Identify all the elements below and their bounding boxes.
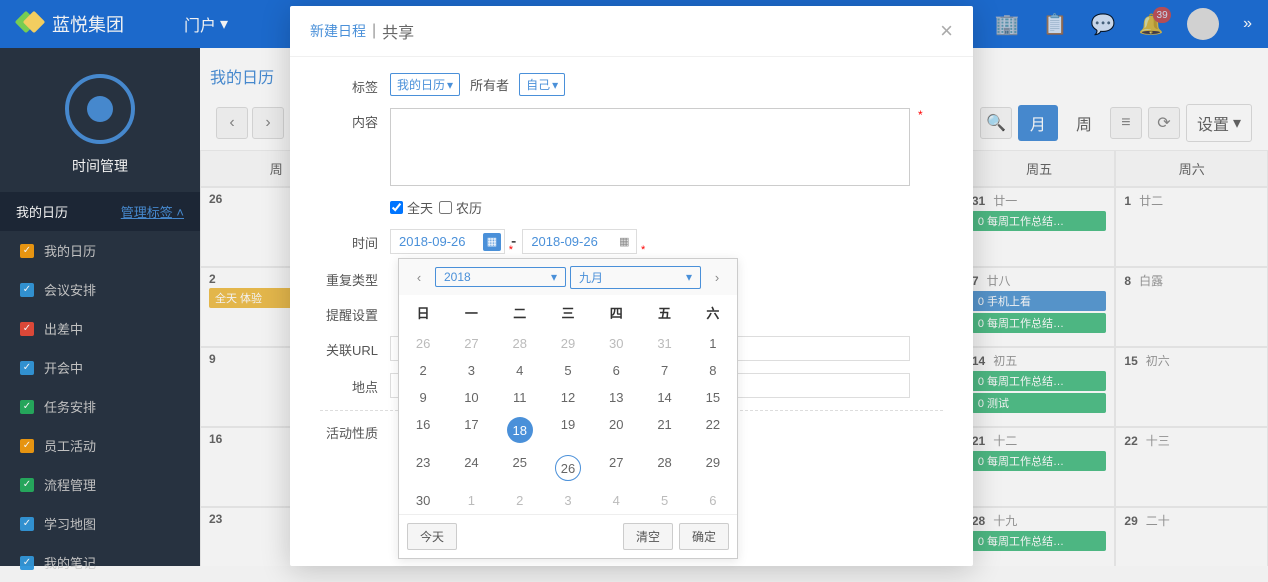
dp-day[interactable]: 2	[496, 487, 544, 514]
dp-day[interactable]: 1	[689, 330, 737, 357]
dp-day[interactable]: 16	[399, 411, 447, 449]
tag-select[interactable]: 我的日历 ▾	[390, 73, 460, 96]
dp-day[interactable]: 25	[496, 449, 544, 487]
dp-day[interactable]: 23	[399, 449, 447, 487]
dp-day[interactable]: 5	[544, 357, 592, 384]
dp-day[interactable]: 20	[592, 411, 640, 449]
dp-dow: 日	[399, 295, 447, 330]
dp-dow: 六	[689, 295, 737, 330]
dp-day[interactable]: 6	[689, 487, 737, 514]
dp-day[interactable]: 7	[640, 357, 688, 384]
end-date-input[interactable]: 2018-09-26 ▦ *	[522, 229, 637, 254]
dp-day[interactable]: 27	[592, 449, 640, 487]
dp-day[interactable]: 4	[496, 357, 544, 384]
dp-day[interactable]: 6	[592, 357, 640, 384]
dp-day[interactable]: 4	[592, 487, 640, 514]
start-date-input[interactable]: 2018-09-26 ▦ *	[390, 229, 505, 254]
dp-today-button[interactable]: 今天	[407, 523, 457, 550]
dp-dow: 五	[640, 295, 688, 330]
calendar-icon[interactable]: ▦	[615, 233, 633, 251]
owner-select[interactable]: 自己 ▾	[519, 73, 565, 96]
datepicker: ‹ 2018▾ 九月▾ › 日一二三四五六 262728293031123456…	[398, 258, 738, 559]
dp-day[interactable]: 10	[447, 384, 495, 411]
dp-day[interactable]: 11	[496, 384, 544, 411]
dp-day[interactable]: 17	[447, 411, 495, 449]
dp-day[interactable]: 1	[447, 487, 495, 514]
dp-day[interactable]: 14	[640, 384, 688, 411]
calendar-icon[interactable]: ▦	[483, 233, 501, 251]
dp-day[interactable]: 15	[689, 384, 737, 411]
label-repeat: 重复类型	[320, 266, 390, 289]
label-nature: 活动性质	[320, 419, 390, 442]
dp-day[interactable]: 24	[447, 449, 495, 487]
dp-day[interactable]: 19	[544, 411, 592, 449]
dp-day[interactable]: 8	[689, 357, 737, 384]
label-url: 关联URL	[320, 336, 390, 359]
dp-day[interactable]: 26	[399, 330, 447, 357]
dp-next-button[interactable]: ›	[705, 265, 729, 289]
dp-day[interactable]: 29	[689, 449, 737, 487]
label-remind: 提醒设置	[320, 301, 390, 324]
dp-ok-button[interactable]: 确定	[679, 523, 729, 550]
label-time: 时间	[320, 229, 390, 252]
dp-day[interactable]: 18	[496, 411, 544, 449]
close-icon[interactable]: ×	[940, 18, 953, 44]
owner-label: 所有者	[470, 75, 509, 94]
dp-month-select[interactable]: 九月▾	[570, 266, 701, 289]
label-content: 内容	[320, 108, 390, 131]
dp-day[interactable]: 3	[544, 487, 592, 514]
dp-day[interactable]: 3	[447, 357, 495, 384]
dp-day[interactable]: 2	[399, 357, 447, 384]
dp-day[interactable]: 22	[689, 411, 737, 449]
dp-day[interactable]: 29	[544, 330, 592, 357]
dp-day[interactable]: 21	[640, 411, 688, 449]
dp-day[interactable]: 5	[640, 487, 688, 514]
dp-day[interactable]: 9	[399, 384, 447, 411]
dp-dow: 三	[544, 295, 592, 330]
dp-day[interactable]: 28	[640, 449, 688, 487]
tab-share[interactable]: 共享	[382, 19, 414, 43]
dp-day[interactable]: 31	[640, 330, 688, 357]
dp-prev-button[interactable]: ‹	[407, 265, 431, 289]
dp-day[interactable]: 13	[592, 384, 640, 411]
dp-dow: 四	[592, 295, 640, 330]
dp-day[interactable]: 27	[447, 330, 495, 357]
dp-day[interactable]: 28	[496, 330, 544, 357]
dp-day[interactable]: 30	[592, 330, 640, 357]
label-location: 地点	[320, 373, 390, 396]
required-marker: *	[918, 108, 923, 122]
dp-year-select[interactable]: 2018▾	[435, 267, 566, 287]
dp-dow: 二	[496, 295, 544, 330]
allday-checkbox[interactable]: 全天	[390, 198, 433, 217]
dp-day[interactable]: 26	[544, 449, 592, 487]
label-tag: 标签	[320, 73, 390, 96]
content-textarea[interactable]	[390, 108, 910, 186]
dp-day[interactable]: 12	[544, 384, 592, 411]
dp-dow: 一	[447, 295, 495, 330]
dp-day[interactable]: 30	[399, 487, 447, 514]
dp-clear-button[interactable]: 清空	[623, 523, 673, 550]
lunar-checkbox[interactable]: 农历	[439, 198, 482, 217]
tab-new-event[interactable]: 新建日程	[310, 21, 366, 41]
